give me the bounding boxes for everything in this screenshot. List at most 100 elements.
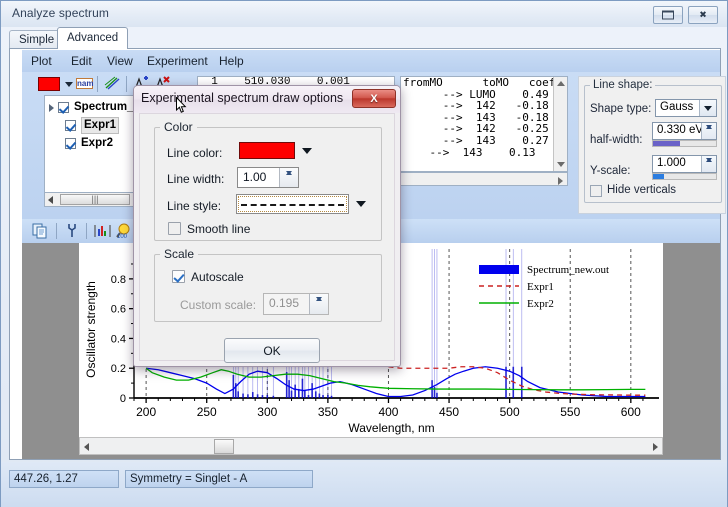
- smooth-line-checkbox[interactable]: [168, 222, 181, 235]
- tab-simple[interactable]: Simple: [9, 30, 65, 49]
- menubar: Plot Edit View Experiment Help: [22, 50, 720, 72]
- coefficients-vertical-scrollbar[interactable]: [553, 77, 567, 171]
- name-field-text: nam: [77, 79, 94, 88]
- line-style-label: Line style:: [167, 199, 222, 213]
- status-coordinates: 447.26, 1.27: [9, 470, 119, 488]
- toolbar-separator-2: [126, 76, 127, 92]
- mo-coefficients-text: fromMO toMO coeff --> LUMO 0.49 --> 142 …: [403, 76, 562, 159]
- y-scale-slider[interactable]: [652, 173, 717, 180]
- shape-type-label: Shape type:: [590, 103, 652, 115]
- copy-icon[interactable]: [32, 223, 49, 239]
- dialog-titlebar: Experimental spectrum draw options X: [134, 86, 400, 113]
- y-scale-value: 1.000: [657, 157, 686, 169]
- line-style-preview-icon: [241, 204, 344, 206]
- plot-scroll-right-arrow-icon[interactable]: [653, 443, 658, 451]
- dialog-title: Experimental spectrum draw options: [141, 91, 344, 105]
- svg-text:0.6: 0.6: [111, 304, 126, 316]
- experimental-spectrum-draw-options-dialog: Experimental spectrum draw options X Col…: [133, 85, 401, 367]
- menu-help[interactable]: Help: [214, 53, 249, 69]
- color-group-title: Color: [160, 120, 197, 134]
- close-button[interactable]: ✖: [688, 6, 718, 24]
- plot-horizontal-scrollbar[interactable]: [79, 437, 663, 455]
- tools-icon[interactable]: [64, 223, 81, 239]
- scroll-right-arrow-icon[interactable]: [558, 177, 563, 185]
- line-width-spinbox[interactable]: 1.00: [237, 167, 299, 188]
- lines-icon[interactable]: [104, 76, 121, 92]
- menu-experiment[interactable]: Experiment: [142, 53, 213, 69]
- tree-item-expr1-checkbox[interactable]: [65, 120, 76, 131]
- ok-button-label: OK: [263, 343, 281, 358]
- status-symmetry: Symmetry = Singlet - A: [125, 470, 313, 488]
- half-width-spin-buttons[interactable]: [701, 123, 716, 139]
- line-shape-group-title: Line shape:: [590, 79, 656, 91]
- minimize-button[interactable]: [653, 6, 683, 24]
- toolbar-separator-1: [97, 76, 98, 92]
- half-width-spin-down[interactable]: [702, 123, 716, 131]
- shape-type-value: Gauss: [660, 101, 694, 113]
- coefficients-horizontal-scrollbar[interactable]: [400, 172, 568, 186]
- shape-type-combo[interactable]: Gauss: [655, 99, 717, 117]
- line-width-spin-down[interactable]: [280, 168, 298, 178]
- custom-scale-spin-down[interactable]: [310, 294, 328, 304]
- half-width-slider[interactable]: [652, 140, 717, 147]
- svg-text:Expr1: Expr1: [527, 281, 554, 293]
- scroll-down-arrow-icon[interactable]: [557, 162, 565, 167]
- dialog-body: Color Line color: Line width: 1.00 Line …: [139, 113, 395, 363]
- svg-text:0.2: 0.2: [111, 363, 126, 375]
- smooth-line-label: Smooth line: [187, 222, 251, 236]
- menu-view[interactable]: View: [102, 53, 138, 69]
- hide-verticals-label: Hide verticals: [607, 184, 677, 196]
- half-width-value: 0.330 eV: [657, 124, 704, 136]
- dialog-close-button[interactable]: X: [352, 89, 396, 108]
- chart-icon[interactable]: [94, 223, 111, 239]
- line-width-value[interactable]: 1.00: [243, 170, 266, 184]
- plot-scroll-left-arrow-icon[interactable]: [84, 443, 89, 451]
- tree-root-checkbox[interactable]: [58, 102, 69, 113]
- color-dropdown-caret-icon[interactable]: [65, 82, 73, 87]
- y-scale-slider-fill: [653, 174, 665, 179]
- tree-item-expr1-label: Expr1: [81, 117, 119, 134]
- autoscale-checkbox[interactable]: [172, 270, 185, 283]
- menu-plot[interactable]: Plot: [26, 53, 57, 69]
- svg-text:350: 350: [318, 405, 338, 419]
- minimize-icon: [662, 10, 674, 20]
- y-scale-label: Y-scale:: [590, 165, 631, 177]
- plot-scroll-thumb[interactable]: [214, 439, 234, 454]
- statusbar: 447.26, 1.27 Symmetry = Singlet - A: [1, 462, 727, 507]
- line-width-spin-buttons[interactable]: [279, 168, 298, 187]
- svg-text:0: 0: [120, 393, 126, 405]
- scroll-left-arrow-icon[interactable]: [48, 196, 53, 204]
- hide-verticals-checkbox[interactable]: [590, 185, 602, 197]
- line-style-combo[interactable]: [236, 194, 349, 214]
- zoom-100-icon[interactable]: 100: [116, 223, 133, 240]
- line-style-dropdown-caret-icon[interactable]: [356, 201, 366, 207]
- line-color-dropdown-caret-icon[interactable]: [302, 148, 312, 154]
- y-scale-spin-buttons[interactable]: [701, 156, 716, 172]
- line-color-label: Line color:: [167, 146, 223, 160]
- close-icon: X: [370, 92, 378, 105]
- svg-text:400: 400: [378, 405, 398, 419]
- ok-button[interactable]: OK: [224, 338, 320, 363]
- half-width-spinbox[interactable]: 0.330 eV: [652, 122, 717, 140]
- tab-advanced[interactable]: Advanced: [57, 27, 129, 49]
- y-scale-spin-down[interactable]: [702, 156, 716, 164]
- y-scale-spinbox[interactable]: 1.000: [652, 155, 717, 173]
- line-color-swatch[interactable]: [239, 142, 295, 159]
- window-titlebar: Analyze spectrum ✖: [1, 1, 727, 27]
- menu-edit[interactable]: Edit: [66, 53, 97, 69]
- svg-text:Wavelength, nm: Wavelength, nm: [348, 421, 434, 435]
- line-color-swatch-icon[interactable]: [38, 77, 60, 91]
- custom-scale-value[interactable]: 0.195: [269, 296, 299, 310]
- scroll-up-arrow-icon[interactable]: [557, 81, 565, 86]
- tree-scroll-thumb[interactable]: [60, 194, 130, 205]
- shape-type-dropdown-button[interactable]: [699, 100, 716, 116]
- mo-coefficients-pane[interactable]: fromMO toMO coeff --> LUMO 0.49 --> 142 …: [400, 76, 568, 172]
- custom-scale-spinbox[interactable]: 0.195: [263, 293, 329, 315]
- expander-icon[interactable]: [49, 104, 54, 112]
- custom-scale-spin-buttons[interactable]: [309, 294, 328, 314]
- name-field-icon[interactable]: nam: [76, 76, 93, 92]
- svg-text:Spectrum_new.out: Spectrum_new.out: [527, 264, 609, 276]
- chevron-down-icon: [704, 106, 712, 111]
- tree-item-expr2-checkbox[interactable]: [65, 138, 76, 149]
- svg-text:200: 200: [136, 405, 156, 419]
